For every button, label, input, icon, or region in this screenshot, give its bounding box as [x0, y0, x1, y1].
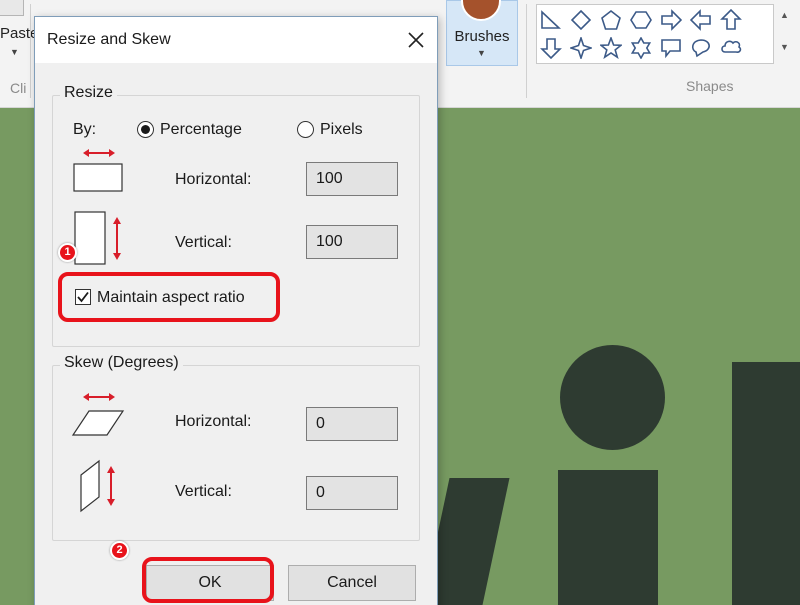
triangle-icon[interactable]	[540, 9, 562, 31]
resize-vertical-label: Vertical:	[175, 234, 232, 251]
resize-horizontal-label: Horizontal:	[175, 171, 252, 188]
canvas-art-shape	[732, 362, 800, 605]
left-arrow-icon[interactable]	[690, 9, 712, 31]
skew-vertical-input[interactable]: 0	[306, 476, 398, 510]
resize-legend: Resize	[60, 84, 117, 102]
canvas-art-shape	[558, 470, 658, 605]
skew-vertical-icon	[77, 457, 127, 517]
oval-callout-icon[interactable]	[690, 37, 712, 59]
resize-vertical-icon	[73, 207, 129, 267]
resize-horizontal-input[interactable]: 100	[306, 162, 398, 196]
skew-horizontal-icon	[71, 389, 127, 441]
six-point-star-icon[interactable]	[630, 37, 652, 59]
four-point-star-icon[interactable]	[570, 37, 592, 59]
shapes-gallery-scroll[interactable]: ▲ ▼	[776, 4, 794, 64]
five-point-star-icon[interactable]	[600, 37, 622, 59]
brushes-button[interactable]: Brushes ▼	[446, 0, 518, 66]
pixels-radio[interactable]	[297, 121, 314, 138]
aspect-ratio-highlight	[58, 272, 280, 322]
brushes-label: Brushes	[454, 28, 510, 45]
clipboard-icon	[0, 0, 24, 16]
pentagon-icon[interactable]	[600, 9, 622, 31]
paste-label: Paste	[0, 25, 39, 42]
close-icon	[408, 32, 424, 48]
rect-callout-icon[interactable]	[660, 37, 682, 59]
cloud-callout-icon[interactable]	[720, 37, 742, 59]
expand-gallery-icon[interactable]: ▼	[780, 42, 789, 52]
brush-icon	[461, 0, 501, 21]
skew-vertical-label: Vertical:	[175, 483, 232, 500]
clipboard-group-label: Cli	[10, 80, 27, 96]
shapes-gallery[interactable]	[536, 4, 774, 64]
hexagon-icon[interactable]	[630, 9, 652, 31]
percentage-label[interactable]: Percentage	[160, 121, 242, 139]
right-arrow-icon[interactable]	[660, 9, 682, 31]
resize-horizontal-icon	[71, 145, 127, 195]
pixels-label[interactable]: Pixels	[320, 121, 363, 139]
ribbon-divider	[526, 4, 527, 98]
shapes-group-label: Shapes	[686, 78, 734, 94]
dialog-title: Resize and Skew	[47, 31, 171, 48]
down-arrow-icon[interactable]	[540, 37, 562, 59]
dialog-titlebar[interactable]: Resize and Skew	[35, 17, 437, 63]
ok-button-highlight	[142, 557, 274, 603]
ribbon-divider	[30, 4, 31, 98]
skew-legend: Skew (Degrees)	[60, 354, 183, 372]
resize-vertical-input[interactable]: 100	[306, 225, 398, 259]
close-button[interactable]	[401, 25, 431, 55]
by-label: By:	[73, 121, 97, 138]
chevron-down-icon: ▼	[10, 47, 19, 57]
percentage-radio[interactable]	[137, 121, 154, 138]
up-arrow-icon[interactable]	[720, 9, 742, 31]
skew-horizontal-input[interactable]: 0	[306, 407, 398, 441]
chevron-down-icon: ▼	[477, 48, 486, 58]
cancel-button[interactable]: Cancel	[288, 565, 416, 601]
skew-horizontal-label: Horizontal:	[175, 413, 252, 430]
canvas-art-dot	[560, 345, 665, 450]
diamond-icon[interactable]	[570, 9, 592, 31]
scroll-up-icon[interactable]: ▲	[780, 10, 789, 20]
step-badge-1: 1	[58, 243, 77, 262]
step-badge-2: 2	[110, 541, 129, 560]
